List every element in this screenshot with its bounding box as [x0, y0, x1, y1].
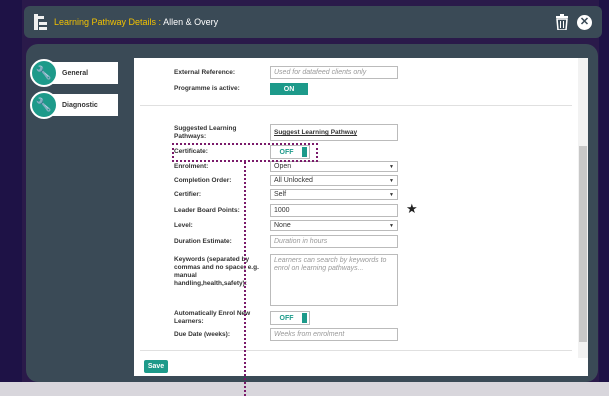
- chevron-down-icon: ▼: [389, 163, 394, 170]
- leader-board-label: Leader Board Points:: [174, 206, 240, 214]
- suggested-pathways-label: Suggested Learning Pathways:: [174, 124, 237, 140]
- background-left: [0, 0, 22, 396]
- auto-enrol-toggle[interactable]: OFF: [270, 311, 310, 325]
- keywords-label: Keywords (separated by commas and no spa…: [174, 256, 259, 287]
- duration-label: Duration Estimate:: [174, 237, 232, 245]
- scrollbar-thumb[interactable]: [579, 146, 587, 342]
- callout-box: [172, 143, 318, 162]
- background-bottom: [0, 382, 609, 396]
- section-divider: [140, 105, 572, 106]
- chevron-down-icon: ▼: [389, 222, 394, 229]
- duration-input[interactable]: Duration in hours: [270, 235, 398, 248]
- title-name: Allen & Overy: [163, 17, 219, 27]
- enrolment-label: Enrolment:: [174, 162, 209, 170]
- level-select[interactable]: None ▼: [270, 220, 398, 231]
- close-icon[interactable]: ✕: [577, 14, 592, 30]
- auto-enrol-label: Automatically Enrol New Learners:: [174, 310, 251, 325]
- external-reference-input[interactable]: Used for datafeed clients only: [270, 66, 398, 79]
- star-marker: ★: [406, 201, 418, 216]
- scrollbar[interactable]: [578, 58, 588, 358]
- chevron-down-icon: ▼: [389, 191, 394, 198]
- suggest-pathway-link[interactable]: Suggest Learning Pathway: [274, 129, 357, 136]
- external-reference-label: External Reference:: [174, 68, 236, 76]
- trash-icon[interactable]: [555, 14, 569, 31]
- tab-diagnostic[interactable]: Diagnostic 🔧: [30, 91, 120, 119]
- save-button[interactable]: Save: [144, 360, 168, 373]
- completion-order-label: Completion Order:: [174, 176, 232, 184]
- enrolment-value: Open: [274, 163, 292, 170]
- completion-order-value: All Unlocked: [274, 177, 313, 184]
- programme-active-label: Programme is active:: [174, 85, 240, 92]
- level-value: None: [274, 222, 291, 229]
- certifier-value: Self: [274, 191, 287, 198]
- due-date-input[interactable]: Weeks from enrolment: [270, 328, 398, 341]
- wrench-icon: 🔧: [30, 59, 58, 87]
- form-panel: External Reference: Used for datafeed cl…: [134, 58, 588, 376]
- pathway-icon: [34, 14, 48, 30]
- tab-general[interactable]: General 🔧: [30, 59, 120, 87]
- enrolment-select[interactable]: Open ▼: [270, 161, 398, 172]
- level-label: Level:: [174, 221, 193, 229]
- keywords-placeholder: Learners can search by keywords to enrol…: [274, 257, 387, 272]
- title-bar: Learning Pathway Details : Allen & Overy…: [24, 6, 602, 38]
- auto-enrol-toggle-label: OFF: [279, 314, 294, 322]
- keywords-textarea[interactable]: Learners can search by keywords to enrol…: [270, 254, 398, 306]
- certifier-label: Certifier:: [174, 190, 202, 198]
- footer-divider: [140, 350, 572, 351]
- completion-order-select[interactable]: All Unlocked ▼: [270, 175, 398, 186]
- programme-active-toggle[interactable]: ON: [270, 83, 308, 95]
- sidebar: General 🔧 Diagnostic 🔧: [30, 59, 120, 126]
- wrench-icon: 🔧: [30, 91, 58, 119]
- background-right: [599, 0, 609, 396]
- callout-line: [244, 162, 246, 396]
- certifier-select[interactable]: Self ▼: [270, 189, 398, 200]
- due-date-label: Due Date (weeks):: [174, 330, 230, 338]
- chevron-down-icon: ▼: [389, 177, 394, 184]
- window-title: Learning Pathway Details : Allen & Overy: [54, 17, 219, 27]
- leader-board-input[interactable]: 1000: [270, 204, 398, 217]
